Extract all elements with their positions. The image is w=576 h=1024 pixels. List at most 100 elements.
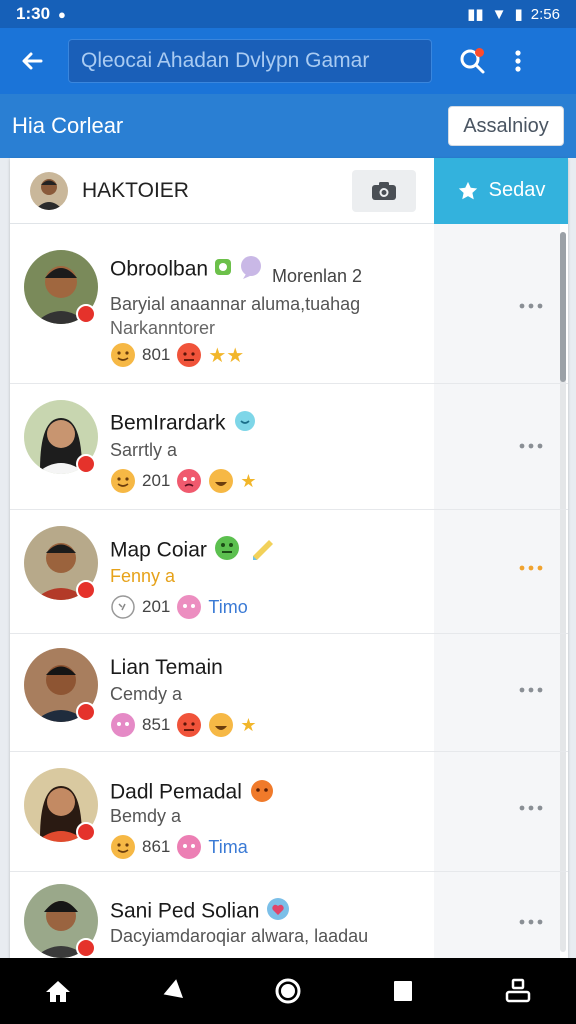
reaction-tag: Timo [208, 596, 248, 617]
nav-home-button[interactable] [33, 966, 83, 1016]
camera-icon [372, 181, 396, 200]
nav-center-button[interactable] [263, 966, 313, 1016]
battery-icon: ▮ [514, 6, 523, 23]
search-button[interactable] [452, 41, 492, 81]
assign-button[interactable]: Assalnioy [448, 106, 564, 146]
status-badge [76, 822, 96, 842]
list-item[interactable]: Sani Ped Solian Dacyiamdaroqiar alwara, … [10, 872, 568, 958]
list-item[interactable]: Dadl Pemadal Bemdy a 861 Tima [10, 752, 568, 872]
message-preview: Sarrtly a [110, 440, 178, 460]
more-horizontal-icon [519, 565, 543, 571]
pink-emoji-icon [111, 713, 135, 737]
notification-icon: ● [58, 6, 66, 22]
contact-name: Obroolban [110, 257, 209, 281]
message-preview-secondary: Narkanntorer [110, 318, 216, 338]
contact-name: Lian Temain [110, 656, 223, 679]
pink-emoji-icon [177, 595, 202, 619]
contact-avatar [24, 400, 98, 474]
fire-emoji-icon [248, 776, 276, 810]
laugh-emoji-icon [209, 469, 234, 493]
more-options-button[interactable] [514, 434, 548, 458]
star-icon [458, 181, 477, 199]
more-horizontal-icon [519, 443, 543, 449]
time-note: Morenlan 2 [272, 266, 363, 286]
more-horizontal-icon [519, 303, 543, 309]
more-options-button[interactable] [514, 796, 548, 820]
status-badge [76, 702, 96, 722]
neutral-emoji-icon [111, 595, 135, 619]
nav-back-button[interactable] [148, 966, 198, 1016]
reactions: 861 Tima [110, 834, 248, 860]
camera-button[interactable] [352, 169, 416, 212]
message-preview: Dacyiamdaroqiar alwara, laadau [110, 926, 369, 946]
more-horizontal-icon [519, 805, 543, 811]
list-item[interactable]: Lian Temain Cemdy a 851 ★ [10, 634, 568, 752]
search-input[interactable]: Qleocai Ahadan Dvlypn Gamar [68, 39, 432, 83]
smile-emoji-icon [111, 469, 135, 493]
card-title: HAKTOIER [82, 178, 189, 202]
status-badge [76, 304, 96, 324]
contact-name: Dadl Pemadal [110, 780, 242, 804]
more-vertical-icon [515, 50, 521, 72]
notification-dot [475, 48, 484, 57]
status-battery-text: 2:56 [530, 5, 560, 23]
more-options-button[interactable] [514, 678, 548, 702]
contact-avatar [24, 768, 98, 842]
section-header: Hia Corlear Assalnioy [0, 94, 576, 158]
reaction-count: 801 [142, 345, 171, 364]
star-emoji-icon: ★ [240, 470, 257, 491]
follow-label: Sedav [488, 179, 546, 201]
nav-recents-button[interactable] [378, 966, 428, 1016]
status-badge [76, 580, 96, 600]
status-time: 1:30 [16, 4, 51, 23]
back-button[interactable] [12, 41, 52, 81]
contact-avatar [24, 648, 98, 722]
reaction-tag: Tima [208, 836, 248, 857]
reactions: 801 ★★ [110, 342, 244, 368]
list-item[interactable]: BemIrardark Sarrtly a 201 ★ [10, 384, 568, 510]
list-item[interactable]: Obroolban Morenlan 2 Baryial anaannar al… [10, 224, 568, 384]
star-emoji-icon: ★ [240, 714, 257, 735]
contact-name: Map Coiar [110, 538, 207, 562]
message-preview: Baryial anaannar aluma,tuahag [110, 294, 361, 314]
back-arrow-icon [22, 52, 43, 70]
reaction-count: 201 [142, 597, 171, 616]
app-bar: Qleocai Ahadan Dvlypn Gamar [0, 28, 576, 94]
verified-icon [214, 258, 232, 282]
contact-avatar [24, 526, 98, 600]
heart-emoji-icon [265, 896, 291, 928]
section-title: Hia Corlear [12, 113, 124, 138]
status-badge [76, 938, 96, 958]
more-options-button[interactable] [514, 910, 548, 934]
signal-icon: ▮▮ [467, 6, 484, 23]
nav-profile-button[interactable] [493, 966, 543, 1016]
search-text: Qleocai Ahadan Dvlypn Gamar [81, 49, 370, 72]
contacts-card: HAKTOIER Sedav Obroolban Morenlan 2 Bary… [10, 158, 568, 958]
monster-emoji-icon [213, 534, 241, 568]
card-header: HAKTOIER Sedav [10, 158, 568, 224]
system-nav-bar [0, 958, 576, 1024]
message-preview: Fenny a [110, 566, 176, 586]
contact-name: Sani Ped Solian [110, 899, 260, 923]
contact-avatar [24, 884, 98, 958]
reaction-count: 851 [142, 715, 171, 734]
overflow-menu-button[interactable] [498, 41, 538, 81]
list-item[interactable]: Map Coiar Fenny a 201 Timo [10, 510, 568, 634]
more-options-button[interactable] [514, 294, 548, 318]
smile-emoji-icon [111, 343, 135, 367]
more-horizontal-icon [519, 919, 543, 925]
follow-button[interactable]: Sedav [434, 158, 568, 224]
reactions: 851 ★ [110, 712, 257, 738]
more-options-button[interactable] [514, 556, 548, 580]
angry-emoji-icon [177, 713, 202, 737]
profile-icon [506, 978, 531, 1003]
contact-list[interactable]: Obroolban Morenlan 2 Baryial anaannar al… [10, 224, 568, 958]
status-badge [76, 454, 96, 474]
reactions: 201 Timo [110, 594, 248, 620]
reaction-count: 201 [142, 471, 171, 490]
status-bar: 1:30 ● ▮▮ ▼ ▮ 2:56 [0, 0, 576, 28]
back-triangle-icon [163, 979, 183, 999]
message-preview: Bemdy a [110, 806, 182, 826]
wifi-icon: ▼ [491, 5, 507, 23]
circle-icon [275, 978, 301, 1004]
